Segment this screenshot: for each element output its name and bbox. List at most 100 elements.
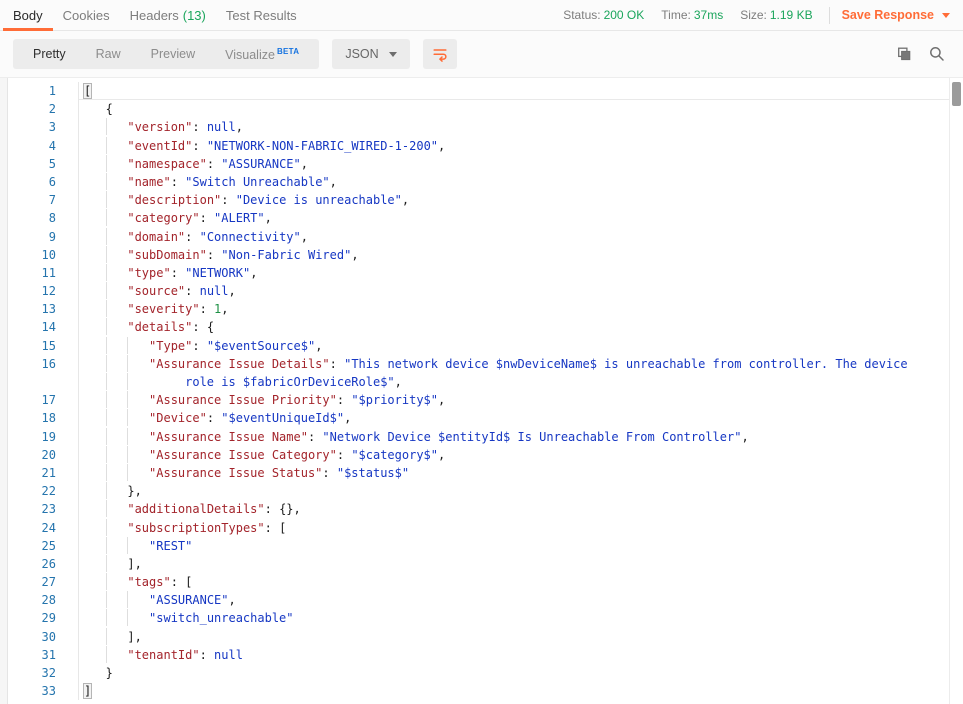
code-line[interactable]: 11"type": "NETWORK", xyxy=(0,264,963,282)
code-line[interactable]: 18"Device": "$eventUniqueId$", xyxy=(0,409,963,427)
tab-headers[interactable]: Headers (13) xyxy=(120,0,216,30)
token-punct: : xyxy=(207,157,221,171)
code-text: "switch_unreachable" xyxy=(79,609,963,627)
view-preview[interactable]: Preview xyxy=(136,39,210,69)
token-key: "Type" xyxy=(149,339,192,353)
code-line[interactable]: 16"Assurance Issue Details": "This netwo… xyxy=(0,355,963,373)
code-line[interactable]: 1[ xyxy=(0,82,963,100)
code-line[interactable]: 9"domain": "Connectivity", xyxy=(0,228,963,246)
code-line[interactable]: 24"subscriptionTypes": [ xyxy=(0,519,963,537)
indent-guide xyxy=(127,428,149,445)
indent-guide xyxy=(127,391,149,408)
code-line[interactable]: 26], xyxy=(0,555,963,573)
indent xyxy=(84,337,106,354)
tab-cookies[interactable]: Cookies xyxy=(53,0,120,30)
size-label: Size: xyxy=(740,8,767,22)
code-line[interactable]: 31"tenantId": null xyxy=(0,646,963,664)
code-text: "Device": "$eventUniqueId$", xyxy=(79,409,963,427)
code-text: "namespace": "ASSURANCE", xyxy=(79,155,963,173)
indent xyxy=(84,228,106,245)
code-line[interactable]: 23"additionalDetails": {}, xyxy=(0,500,963,518)
indent-guide xyxy=(106,300,128,317)
indent xyxy=(84,500,106,517)
indent xyxy=(84,391,106,408)
tab-body[interactable]: Body xyxy=(3,0,53,30)
code-line[interactable]: 3"version": null, xyxy=(0,118,963,136)
code-line[interactable]: 2{ xyxy=(0,100,963,118)
code-line[interactable]: 7"description": "Device is unreachable", xyxy=(0,191,963,209)
line-number: 31 xyxy=(0,646,79,664)
search-response-button[interactable] xyxy=(929,46,945,62)
code-line[interactable]: 5"namespace": "ASSURANCE", xyxy=(0,155,963,173)
code-line[interactable]: 22}, xyxy=(0,482,963,500)
code-line[interactable]: 28"ASSURANCE", xyxy=(0,591,963,609)
indent-guide xyxy=(106,355,128,372)
code-line[interactable]: 14"details": { xyxy=(0,318,963,336)
code-line[interactable]: 10"subDomain": "Non-Fabric Wired", xyxy=(0,246,963,264)
tab-cookies-label: Cookies xyxy=(63,8,110,23)
token-key: "details" xyxy=(127,320,192,334)
code-line[interactable]: 8"category": "ALERT", xyxy=(0,209,963,227)
code-text: "Assurance Issue Priority": "$priority$"… xyxy=(79,391,963,409)
response-body-editor[interactable]: 1[2{3"version": null,4"eventId": "NETWOR… xyxy=(0,77,963,704)
code-line[interactable]: 12"source": null, xyxy=(0,282,963,300)
token-str: "ALERT" xyxy=(214,211,265,225)
vertical-scrollbar[interactable] xyxy=(949,78,963,704)
indent-guide xyxy=(127,464,149,481)
code-text: ], xyxy=(79,628,963,646)
indent xyxy=(84,300,106,317)
code-text: [ xyxy=(79,82,963,100)
code-line[interactable]: 27"tags": [ xyxy=(0,573,963,591)
code-line[interactable]: 32} xyxy=(0,664,963,682)
token-str: role is $fabricOrDeviceRole$" xyxy=(185,375,395,389)
indent-guide xyxy=(106,246,128,263)
token-punct: , xyxy=(236,120,243,134)
indent-guide xyxy=(127,337,149,354)
token-punct: : { xyxy=(192,320,214,334)
code-line[interactable]: 6"name": "Switch Unreachable", xyxy=(0,173,963,191)
indent xyxy=(84,446,106,463)
token-key: "type" xyxy=(127,266,170,280)
view-pretty[interactable]: Pretty xyxy=(18,39,81,69)
indent-guide xyxy=(106,155,128,172)
token-punct: : xyxy=(200,211,214,225)
code-text: "Assurance Issue Name": "Network Device … xyxy=(79,428,963,446)
code-line[interactable]: 19"Assurance Issue Name": "Network Devic… xyxy=(0,428,963,446)
code-line[interactable]: 17"Assurance Issue Priority": "$priority… xyxy=(0,391,963,409)
save-response-button[interactable]: Save Response xyxy=(842,8,950,22)
code-text: "type": "NETWORK", xyxy=(79,264,963,282)
language-dropdown[interactable]: JSON xyxy=(332,39,409,69)
indent-guide xyxy=(106,573,128,590)
line-number: 3 xyxy=(0,118,79,136)
token-key: "severity" xyxy=(127,302,199,316)
code-line[interactable]: role is $fabricOrDeviceRole$", xyxy=(0,373,963,391)
code-line[interactable]: 13"severity": 1, xyxy=(0,300,963,318)
tab-test-results[interactable]: Test Results xyxy=(216,0,307,30)
language-selected: JSON xyxy=(345,47,378,61)
view-visualize[interactable]: VisualizeBETA xyxy=(210,37,314,70)
code-line[interactable]: 30], xyxy=(0,628,963,646)
code-line[interactable]: 4"eventId": "NETWORK-NON-FABRIC_WIRED-1-… xyxy=(0,137,963,155)
token-punct: : xyxy=(200,302,214,316)
token-key: "additionalDetails" xyxy=(127,502,264,516)
code-text: "subDomain": "Non-Fabric Wired", xyxy=(79,246,963,264)
indent xyxy=(84,137,106,154)
scrollbar-thumb[interactable] xyxy=(952,82,961,106)
line-number: 12 xyxy=(0,282,79,300)
token-punct: } xyxy=(106,666,113,680)
code-line[interactable]: 20"Assurance Issue Category": "$category… xyxy=(0,446,963,464)
indent-guide xyxy=(127,355,149,372)
code-line[interactable]: 25"REST" xyxy=(0,537,963,555)
code-line[interactable]: 21"Assurance Issue Status": "$status$" xyxy=(0,464,963,482)
code-line[interactable]: 29"switch_unreachable" xyxy=(0,609,963,627)
code-text: "severity": 1, xyxy=(79,300,963,318)
wrap-text-button[interactable] xyxy=(423,39,457,69)
code-line[interactable]: 15"Type": "$eventSource$", xyxy=(0,337,963,355)
code-line[interactable]: 33] xyxy=(0,682,963,700)
view-raw[interactable]: Raw xyxy=(81,39,136,69)
copy-response-button[interactable] xyxy=(896,46,912,62)
token-str: "$status$" xyxy=(337,466,409,480)
divider xyxy=(829,7,830,24)
indent-guide xyxy=(106,173,128,190)
line-number: 7 xyxy=(0,191,79,209)
